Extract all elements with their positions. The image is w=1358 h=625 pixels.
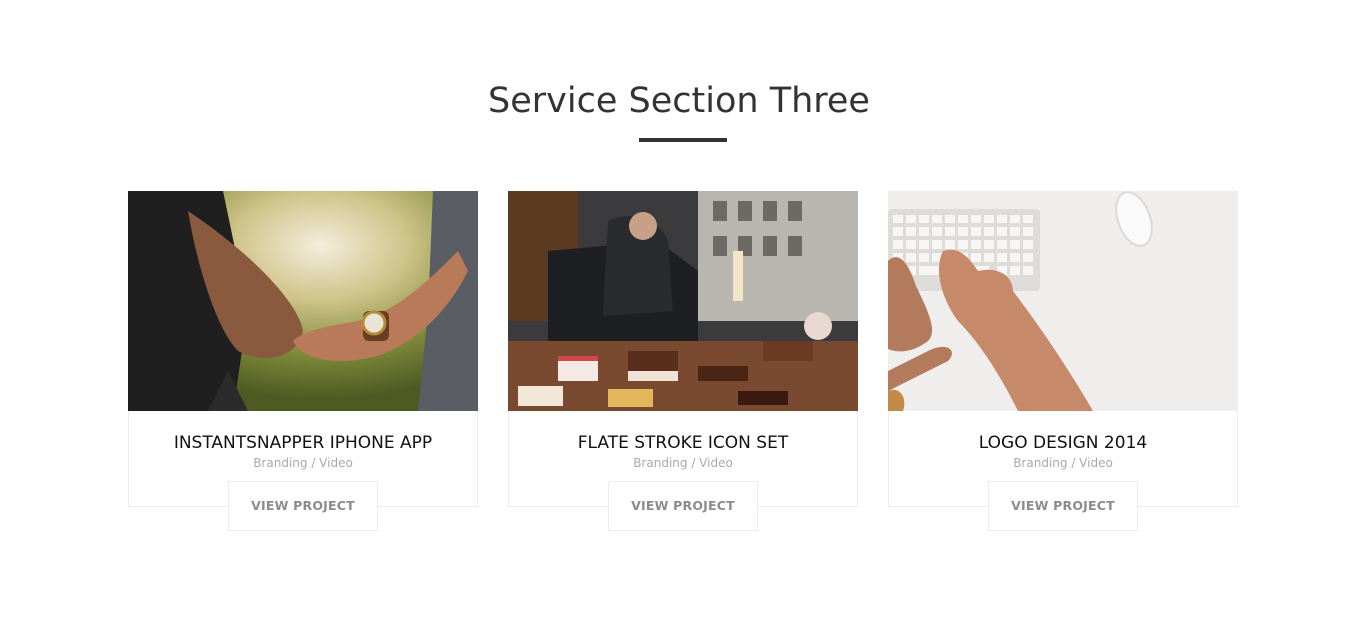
title-underline xyxy=(639,138,727,142)
section-title: Service Section Three xyxy=(488,81,870,121)
view-project-button[interactable]: VIEW PROJECT xyxy=(228,481,378,531)
holding-hands-photo[interactable] xyxy=(128,191,478,411)
view-project-button[interactable]: VIEW PROJECT xyxy=(608,481,758,531)
card-title: FLATE STROKE ICON SET xyxy=(577,433,789,453)
view-project-button[interactable]: VIEW PROJECT xyxy=(988,481,1138,531)
card-subtitle: Branding / Video xyxy=(253,456,353,470)
bakery-window-photo[interactable] xyxy=(508,191,858,411)
service-section: Service Section Three INSTANTSNAPPER IPH… xyxy=(0,0,1358,625)
keyboard-typing-photo[interactable] xyxy=(888,191,1238,411)
project-card: FLATE STROKE ICON SET Branding / Video V… xyxy=(508,191,858,531)
card-subtitle: Branding / Video xyxy=(1013,456,1113,470)
card-title: INSTANTSNAPPER IPHONE APP xyxy=(173,433,433,453)
card-title: LOGO DESIGN 2014 xyxy=(978,433,1148,453)
project-card: INSTANTSNAPPER IPHONE APP Branding / Vid… xyxy=(128,191,478,531)
card-subtitle: Branding / Video xyxy=(633,456,733,470)
project-card: LOGO DESIGN 2014 Branding / Video VIEW P… xyxy=(888,191,1238,531)
